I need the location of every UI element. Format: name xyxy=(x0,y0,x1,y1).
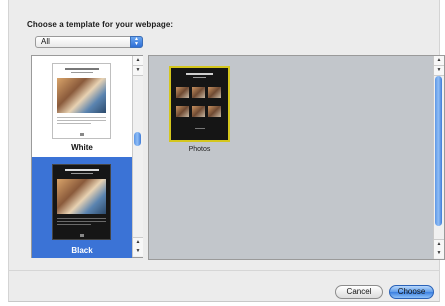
category-select[interactable]: All ▲ ▼ xyxy=(35,36,143,48)
arrow-up-icon[interactable]: ▲ xyxy=(434,56,444,66)
template-list-scrollbar[interactable]: ▲ ▼ ▲ ▼ xyxy=(132,56,143,257)
template-item-label: Black xyxy=(71,246,93,255)
template-list: White Black ▲ ▼ ▲ ▼ xyxy=(31,55,143,258)
thumbnail-photo xyxy=(57,179,106,214)
footer-divider xyxy=(8,270,440,271)
template-item-black[interactable]: Black xyxy=(32,157,132,258)
updown-arrows-icon: ▲ ▼ xyxy=(130,36,143,48)
prompt-label: Choose a template for your webpage: xyxy=(27,20,174,29)
arrow-up-icon[interactable]: ▲ xyxy=(133,56,143,66)
choose-button[interactable]: Choose xyxy=(389,285,434,299)
template-thumbnail xyxy=(52,164,111,240)
arrow-up-icon[interactable]: ▲ xyxy=(133,237,143,247)
template-thumbnail xyxy=(52,63,111,139)
template-item-white[interactable]: White xyxy=(32,56,132,157)
arrow-down-icon[interactable]: ▼ xyxy=(434,66,444,76)
category-select-value: All xyxy=(41,37,50,46)
template-chooser-dialog: Choose a template for your webpage: All … xyxy=(8,0,445,302)
template-grid: Photos ▲ ▼ ▲ ▼ xyxy=(148,55,445,260)
cancel-button[interactable]: Cancel xyxy=(335,285,383,299)
scrollbar-thumb[interactable] xyxy=(134,132,141,146)
thumbnail-photo xyxy=(57,78,106,113)
arrow-down-icon[interactable]: ▼ xyxy=(133,66,143,76)
arrow-down-icon[interactable]: ▼ xyxy=(133,247,143,256)
arrow-up-icon[interactable]: ▲ xyxy=(434,239,444,249)
template-item-photos[interactable] xyxy=(169,66,230,142)
template-item-label: Photos xyxy=(188,146,211,153)
template-grid-scrollbar[interactable]: ▲ ▼ ▲ ▼ xyxy=(433,56,444,259)
template-item-label: White xyxy=(71,143,93,152)
arrow-down-icon[interactable]: ▼ xyxy=(434,249,444,258)
scrollbar-thumb[interactable] xyxy=(435,76,442,226)
